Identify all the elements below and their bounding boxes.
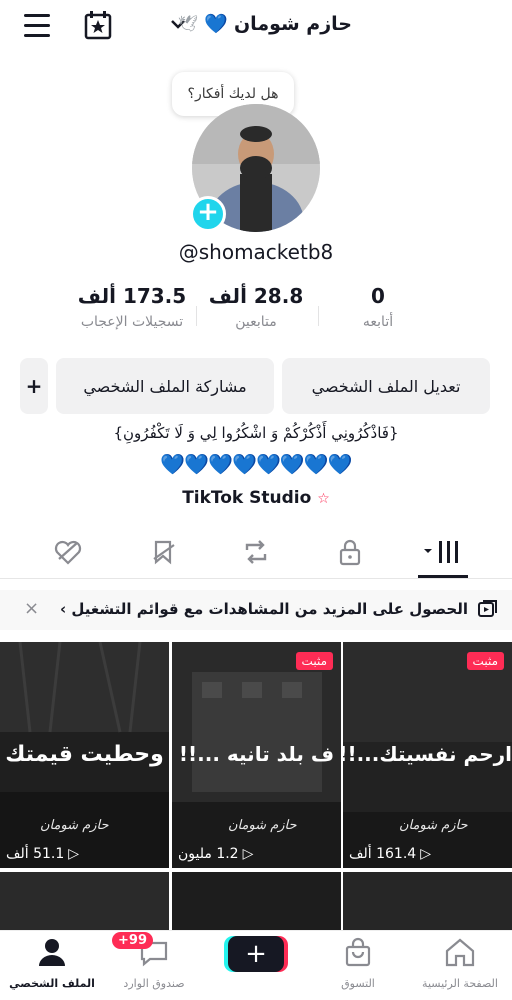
tab-videos[interactable]	[420, 536, 464, 568]
banner-text: الحصول على المزيد من المشاهدات مع قوائم …	[60, 600, 468, 618]
views-count: 51.1 ألف	[6, 846, 65, 862]
video-signature: حازم شومان	[40, 818, 109, 833]
studio-person-star-icon: ☆	[317, 491, 330, 507]
video-thumbnail[interactable]	[343, 872, 512, 932]
following-stat[interactable]: 0 أتابعه	[308, 284, 448, 330]
play-icon: ▷	[420, 846, 431, 862]
tab-favorites[interactable]	[144, 536, 184, 568]
play-icon: ▷	[242, 846, 254, 862]
bio-text: {فَاذْكُرُونِي أَذْكُرْكُمْ وَ اشْكُرُوا…	[113, 424, 399, 442]
nav-profile[interactable]: الملف الشخصي	[2, 937, 102, 990]
share-profile-button[interactable]: مشاركة الملف الشخصي	[56, 358, 274, 414]
shopping-bag-icon	[345, 937, 371, 967]
profile-person-icon	[39, 939, 65, 966]
studio-label: TikTok Studio	[182, 488, 312, 508]
pinned-badge: مثبت	[295, 652, 333, 670]
videos-grid-icon	[424, 541, 458, 563]
video-caption: وحطيت قيمتك	[5, 742, 164, 767]
pinned-badge: مثبت	[466, 652, 504, 670]
heart-eye-icon	[54, 540, 82, 565]
video-views: ▷ 1.2 مليون	[178, 846, 253, 862]
tab-private[interactable]	[330, 536, 370, 568]
likes-label: تسجيلات الإعجاب	[80, 314, 184, 330]
video-thumbnail[interactable]: مثبت ف بلد تانيه ...!! حازم شومان ▷ 1.2 …	[172, 642, 341, 868]
top-bar: حازم شومان 💙 🕊	[0, 0, 512, 52]
content-tabs	[0, 528, 512, 578]
blue-heart-icon: 💙	[204, 13, 228, 35]
followers-label: متابعين	[235, 314, 277, 330]
edit-profile-button[interactable]: تعديل الملف الشخصي	[282, 358, 490, 414]
add-avatar-button[interactable]: +	[190, 196, 226, 232]
dove-icon: 🕊	[177, 14, 199, 33]
nav-inbox-label: صندوق الوارد	[123, 977, 185, 990]
likes-count: 173.5 ألف	[77, 284, 187, 308]
following-count: 0	[371, 284, 385, 308]
create-button[interactable]: +	[228, 936, 284, 972]
followers-stat[interactable]: 28.8 ألف متابعين	[186, 284, 326, 330]
playlist-banner[interactable]: الحصول على المزيد من المشاهدات مع قوائم …	[0, 590, 512, 630]
creator-calendar-icon[interactable]	[84, 10, 112, 40]
playlist-icon	[478, 600, 497, 617]
nav-profile-label: الملف الشخصي	[9, 977, 95, 990]
video-thumbnail[interactable]	[0, 872, 169, 932]
repost-icon	[245, 540, 267, 564]
nav-home[interactable]: الصفحة الرئيسية	[410, 937, 510, 990]
likes-stat[interactable]: 173.5 ألف تسجيلات الإعجاب	[62, 284, 202, 330]
views-count: 161.4 ألف	[349, 846, 417, 862]
nav-home-label: الصفحة الرئيسية	[422, 977, 498, 990]
tiktok-studio-link[interactable]: TikTok Studio ☆	[0, 488, 512, 508]
following-label: أتابعه	[362, 314, 394, 330]
video-caption: ف بلد تانيه ...!!	[178, 742, 335, 766]
video-signature: حازم شومان	[228, 818, 297, 833]
home-icon	[445, 938, 475, 967]
video-thumbnail[interactable]	[172, 872, 341, 932]
stats-row: 173.5 ألف تسجيلات الإعجاب 28.8 ألف متابع…	[0, 284, 512, 344]
account-name: حازم شومان	[233, 12, 352, 35]
video-views: ▷ 161.4 ألف	[349, 846, 431, 862]
close-icon[interactable]: ×	[24, 598, 39, 619]
menu-icon[interactable]	[24, 14, 56, 40]
add-friend-button[interactable]: +	[20, 358, 48, 414]
video-caption: ارحم نفسيتك...!!!	[343, 742, 512, 766]
username: @shomacketb8	[178, 240, 334, 264]
nav-shop-label: التسوق	[341, 977, 375, 990]
video-views: ▷ 51.1 ألف	[6, 846, 79, 862]
tabs-divider	[0, 578, 512, 579]
account-switcher[interactable]: حازم شومان 💙 🕊	[177, 12, 352, 36]
followers-count: 28.8 ألف	[208, 284, 304, 308]
lock-icon	[339, 539, 361, 566]
bio-hearts: 💙💙💙💙💙💙💙💙	[160, 452, 352, 476]
video-thumbnail[interactable]: وحطيت قيمتك حازم شومان ▷ 51.1 ألف	[0, 642, 169, 868]
views-count: 1.2 مليون	[178, 846, 239, 862]
inbox-badge: +99	[112, 932, 153, 949]
tab-reposts[interactable]	[236, 536, 276, 568]
play-icon: ▷	[68, 846, 80, 862]
nav-shop[interactable]: التسوق	[308, 937, 408, 990]
video-signature: حازم شومان	[399, 818, 468, 833]
bookmark-hidden-icon	[153, 540, 175, 565]
video-thumbnail[interactable]: مثبت ارحم نفسيتك...!!! حازم شومان ▷ 161.…	[343, 642, 512, 868]
tab-liked[interactable]	[48, 536, 88, 568]
